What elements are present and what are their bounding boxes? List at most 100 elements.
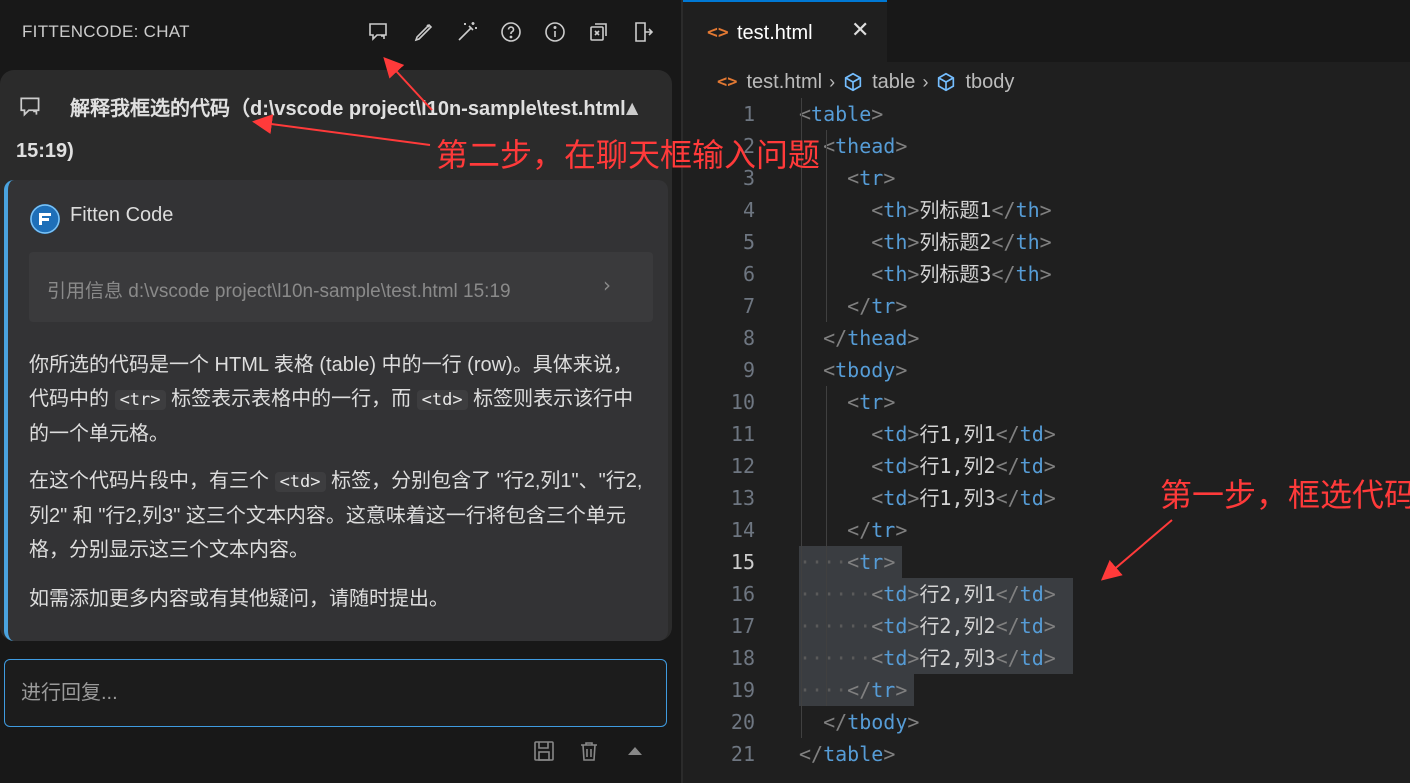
tag-bracket: > (907, 646, 920, 670)
code-line[interactable]: ····</tr> (799, 674, 907, 706)
new-chat-icon[interactable] (365, 18, 393, 46)
code-line[interactable]: <td>行1,列2</td> (799, 450, 1056, 482)
tag-bracket: > (895, 518, 908, 542)
code-line[interactable]: <th>列标题2</th> (799, 226, 1051, 258)
text-content: 列标题1 (919, 198, 992, 222)
tag-bracket: > (907, 454, 920, 478)
tag-bracket: < (871, 486, 884, 510)
tag-bracket: < (871, 262, 884, 286)
tag-bracket: </ (991, 198, 1016, 222)
code-line[interactable]: <tbody> (799, 354, 907, 386)
line-number: 6 (742, 262, 755, 286)
code-line[interactable]: <td>行1,列3</td> (799, 482, 1056, 514)
tag-bracket: < (871, 614, 884, 638)
tag-bracket: </ (823, 326, 848, 350)
tag-bracket: > (1039, 198, 1052, 222)
line-number: 19 (730, 678, 755, 702)
line-number: 1 (742, 102, 755, 126)
tag-name: tbody (835, 358, 896, 382)
tag-bracket: > (907, 582, 920, 606)
code-line[interactable]: <tr> (799, 386, 895, 418)
breadcrumb-item-tbody[interactable]: tbody (965, 71, 1014, 94)
code-line[interactable]: ······<td>行2,列2</td> (799, 610, 1056, 642)
indent-guide (801, 98, 802, 738)
tag-bracket: < (871, 646, 884, 670)
line-number: 13 (730, 486, 755, 510)
tag-bracket: > (883, 390, 896, 414)
chat-header: FITTENCODE: CHAT (0, 0, 681, 64)
tag-name: td (1019, 422, 1044, 446)
line-number: 20 (730, 710, 755, 734)
annotation-step-2: 第二步，在聊天框输入问题 (436, 137, 821, 173)
tag-bracket: > (1043, 486, 1056, 510)
collapse-icon[interactable] (621, 737, 649, 765)
answer-paragraph-3: 如需添加更多内容或有其他疑问，请随时提出。 (29, 588, 449, 610)
save-icon[interactable] (530, 737, 558, 765)
html-file-icon: <> (707, 22, 729, 43)
tag-bracket: > (1043, 454, 1056, 478)
tag-bracket: </ (799, 742, 824, 766)
code-line[interactable]: <th>列标题3</th> (799, 258, 1051, 290)
line-number: 14 (730, 518, 755, 542)
code-line[interactable]: ······<td>行2,列3</td> (799, 642, 1056, 674)
inline-code-tr: <tr> (114, 390, 166, 410)
tag-bracket: </ (995, 454, 1020, 478)
code-line[interactable]: ····<tr> (799, 546, 895, 578)
tag-bracket: < (871, 454, 884, 478)
code-line[interactable]: ······<td>行2,列1</td> (799, 578, 1056, 610)
tag-bracket: > (907, 710, 920, 734)
breadcrumb-item-table[interactable]: table (872, 71, 915, 94)
tag-name: tr (871, 678, 896, 702)
code-line[interactable]: <table> (799, 98, 883, 130)
line-number: 15 (730, 550, 755, 574)
code-line[interactable]: <th>列标题1</th> (799, 194, 1052, 226)
collapse-question-icon[interactable]: ▲ (626, 98, 638, 117)
line-number: 17 (730, 614, 755, 638)
edit-icon[interactable] (410, 18, 438, 46)
exit-icon[interactable] (629, 18, 657, 46)
code-line[interactable]: <td>行1,列1</td> (799, 418, 1056, 450)
code-line[interactable]: </thead> (799, 322, 919, 354)
tag-bracket: > (883, 166, 896, 190)
tag-name: td (1019, 486, 1044, 510)
tag-bracket: > (1043, 582, 1056, 606)
code-area[interactable]: 1 <table> 2 <thead> 3 <tr> 4 <th>列标题1</th> 5 … (683, 98, 1410, 783)
code-line[interactable]: </table> (799, 738, 895, 770)
element-cube-icon (938, 72, 955, 92)
line-number: 11 (730, 422, 755, 446)
breadcrumb: <> test.html › table › tbody (717, 68, 1014, 96)
tag-bracket: </ (995, 486, 1020, 510)
tab-bar: <> test.html ✕ (683, 0, 1410, 62)
code-line[interactable]: </tbody> (799, 706, 919, 738)
help-icon[interactable] (497, 18, 525, 46)
tab-test-html[interactable]: <> test.html ✕ (683, 0, 887, 62)
element-cube-icon (844, 72, 862, 92)
line-number: 9 (742, 358, 755, 382)
tag-name: table (823, 742, 884, 766)
delete-icon[interactable] (575, 737, 603, 765)
info-icon[interactable] (541, 18, 569, 46)
tag-name: thead (835, 134, 896, 158)
tag-bracket: </ (847, 518, 872, 542)
line-number: 12 (730, 454, 755, 478)
reference-info[interactable]: 引用信息 d:\vscode project\l10n-sample\test.… (29, 252, 653, 322)
code-line[interactable]: </tr> (799, 290, 907, 322)
close-icon[interactable]: ✕ (851, 18, 869, 43)
tag-bracket: > (1043, 422, 1056, 446)
text-content: 行2,列3 (919, 646, 996, 670)
tag-bracket: < (847, 390, 860, 414)
tag-name: table (811, 102, 872, 126)
line-number: 7 (742, 294, 755, 318)
code-line[interactable]: </tr> (799, 514, 907, 546)
reply-input[interactable] (5, 660, 666, 726)
magic-wand-icon[interactable] (453, 18, 481, 46)
tag-name: td (1019, 646, 1044, 670)
line-number: 18 (730, 646, 755, 670)
breadcrumb-item-file[interactable]: test.html (746, 71, 822, 94)
tag-bracket: </ (995, 422, 1020, 446)
tag-name: td (1019, 614, 1044, 638)
answer-paragraph-1: 你所选的代码是一个 HTML 表格 (table) 中的一行 (row)。具体来… (29, 354, 634, 445)
export-icon[interactable] (585, 18, 613, 46)
tag-bracket: > (895, 678, 908, 702)
tag-name: td (1019, 582, 1044, 606)
